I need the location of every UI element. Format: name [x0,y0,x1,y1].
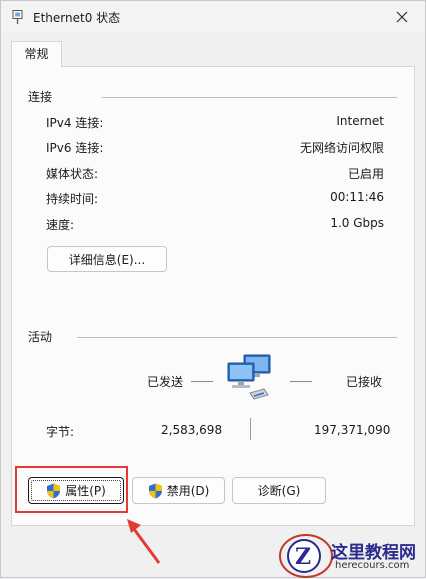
received-dash [290,381,312,382]
close-icon [396,11,408,23]
details-button-label: 详细信息(E)... [68,252,146,267]
watermark-url: herecours.com [335,560,410,571]
title-bar: Ethernet0 状态 [1,1,425,33]
bytes-label: 字节: [46,425,75,439]
ipv4-label: IPv4 连接: [46,116,104,130]
disable-button-label: 禁用(D) [166,484,210,498]
received-label: 已接收 [346,375,383,389]
pointer-arrow-icon [127,519,161,564]
bytes-received-value: 197,371,090 [314,423,391,437]
highlight-box [15,466,128,513]
media-state-label: 媒体状态: [46,167,99,181]
diagnose-button[interactable]: 诊断(G) [232,477,326,504]
duration-label: 持续时间: [46,192,99,206]
network-adapter-icon [12,10,23,24]
tab-panel-general [11,66,415,526]
diagnose-button-label: 诊断(G) [257,484,301,498]
disable-button[interactable]: 禁用(D) [132,477,225,504]
ipv6-label: IPv6 连接: [46,141,104,155]
speed-label: 速度: [46,218,75,232]
connection-separator [102,97,397,98]
close-button[interactable] [389,5,415,29]
window-title: Ethernet0 状态 [33,11,121,25]
ipv6-value: 无网络访问权限 [299,141,384,155]
details-button[interactable]: 详细信息(E)... [47,246,167,272]
connection-group-title: 连接 [28,90,53,104]
sent-label: 已发送 [147,375,184,389]
media-state-value: 已启用 [347,167,384,181]
svg-text:Z: Z [295,544,311,570]
tab-general[interactable]: 常规 [11,41,62,67]
duration-value: 00:11:46 [330,190,384,204]
bytes-sent-value: 2,583,698 [161,423,223,437]
speed-value: 1.0 Gbps [330,216,384,230]
uac-shield-icon [148,483,162,498]
bytes-divider [250,418,251,440]
activity-group-title: 活动 [28,330,53,344]
ipv4-value: Internet [336,114,384,128]
network-computers-icon [227,354,271,400]
activity-separator [77,337,397,338]
status-dialog: Ethernet0 状态 常规 连接 IPv4 连接: Internet IPv… [0,0,426,578]
sent-dash [191,381,213,382]
